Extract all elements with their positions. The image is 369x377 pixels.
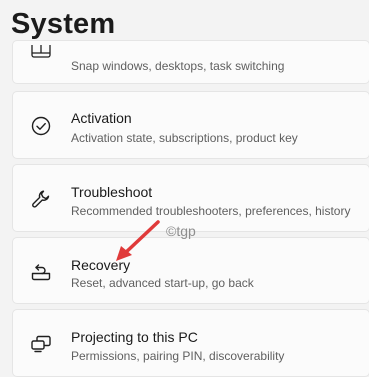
watermark: ©tgp (166, 223, 196, 239)
settings-item-projecting[interactable]: Projecting to this PC Permissions, pairi… (12, 309, 369, 377)
settings-item-title: Projecting to this PC (71, 329, 198, 345)
settings-item-description: Reset, advanced start-up, go back (71, 276, 254, 290)
checkmark-circle-icon (29, 114, 53, 138)
settings-item-recovery[interactable]: Recovery Reset, advanced start-up, go ba… (12, 237, 369, 304)
settings-item-title: Activation (71, 110, 132, 126)
snap-windows-icon (29, 45, 53, 69)
projecting-icon (29, 332, 53, 356)
settings-item-description: Activation state, subscriptions, product… (71, 131, 298, 145)
wrench-icon (29, 187, 53, 211)
settings-item-activation[interactable]: Activation Activation state, subscriptio… (12, 91, 369, 159)
settings-item-description: Snap windows, desktops, task switching (71, 59, 285, 73)
recovery-icon (29, 260, 53, 284)
settings-item-description: Permissions, pairing PIN, discoverabilit… (71, 349, 285, 363)
settings-item-multitasking[interactable]: Snap windows, desktops, task switching (12, 40, 369, 84)
settings-item-title: Troubleshoot (71, 184, 153, 200)
page-title: System (11, 8, 116, 40)
annotation-arrow (116, 220, 160, 261)
